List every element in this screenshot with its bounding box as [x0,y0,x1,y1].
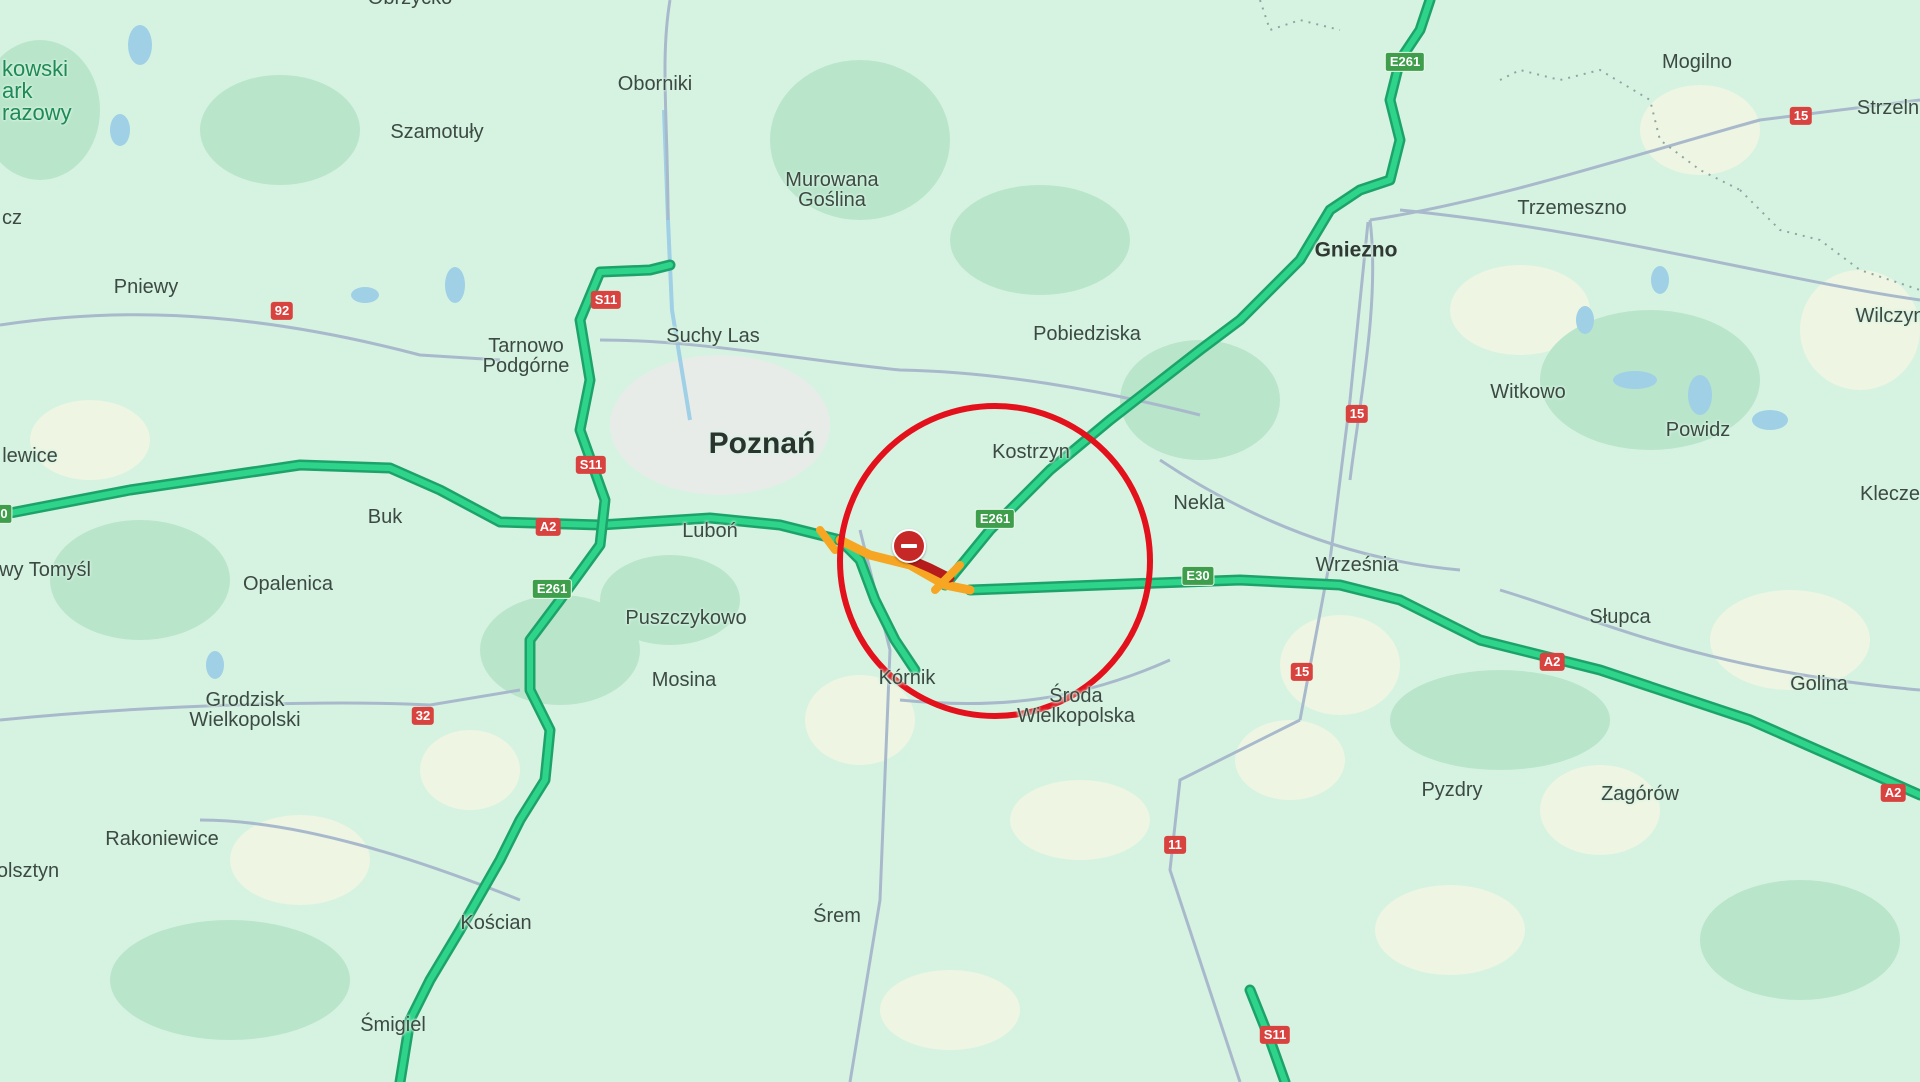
place-label-koscian[interactable]: Kościan [460,913,531,933]
forest-area [110,920,350,1040]
place-label-kornik[interactable]: Kórnik [879,668,936,688]
place-label-witkowo[interactable]: Witkowo [1490,382,1566,402]
urban-area-poznan [610,355,830,495]
forest-area [200,75,360,185]
place-label-wilczyn[interactable]: Wilczyn [1856,306,1920,326]
road-shield-92: 92 [270,301,294,321]
place-label-pobiedziska[interactable]: Pobiedziska [1033,324,1141,344]
road-closed-icon[interactable] [892,529,926,563]
road-shield-e261: E261 [531,578,573,600]
place-label-pyzdry[interactable]: Pyzdry [1421,780,1482,800]
field-area [30,400,150,480]
lake [128,25,152,65]
road-shield-a2: A2 [1880,783,1906,803]
place-label-smigiel[interactable]: Śmigiel [360,1015,426,1035]
road-shield-11: 11 [1164,835,1186,855]
road-shield-e30: E30 [1181,565,1215,587]
place-label-wrzesnia[interactable]: Września [1316,555,1399,575]
field-area [230,815,370,905]
place-label-wolsztyn[interactable]: olsztyn [0,861,59,881]
place-label-grodzisk-wielkopolski[interactable]: Grodzisk Wielkopolski [189,690,300,730]
forest-area [1700,880,1900,1000]
lake [1752,410,1788,430]
road-shield-32: 32 [411,706,435,726]
lake [110,114,130,146]
road-shield-e261: E261 [974,508,1016,530]
road-shield-15: 15 [1345,404,1369,424]
place-label-nekla[interactable]: Nekla [1173,493,1224,513]
place-label-mosina[interactable]: Mosina [652,670,716,690]
road-shield-s11: S11 [1259,1025,1291,1045]
lake [1576,306,1594,334]
field-area [1540,765,1660,855]
place-label-tarnowo-podgorne[interactable]: Tarnowo Podgórne [483,336,570,376]
place-label-rakoniewice[interactable]: Rakoniewice [105,829,218,849]
lake [445,267,465,303]
field-area [1640,85,1760,175]
field-area [1235,720,1345,800]
field-area [880,970,1020,1050]
city-label-poznan[interactable]: Poznań [709,429,816,459]
place-label-trzemeszno[interactable]: Trzemeszno [1517,198,1626,218]
place-label-slupca[interactable]: Słupca [1589,607,1650,627]
forest-area [950,185,1130,295]
road-shield-a2: A2 [1539,652,1565,672]
place-label-srem[interactable]: Śrem [813,906,861,926]
road-shield-15: 15 [1290,662,1314,682]
place-label-szamotuly[interactable]: Szamotuły [390,122,483,142]
road-shield-e261: E261 [1384,51,1426,73]
lake [1613,371,1657,389]
lake [1651,266,1669,294]
field-area [1010,780,1150,860]
place-label-zagorow[interactable]: Zagórów [1601,784,1679,804]
place-label-suchy-las[interactable]: Suchy Las [666,326,759,346]
place-label-golina[interactable]: Golina [1790,674,1848,694]
place-label-mogilno[interactable]: Mogilno [1662,52,1732,72]
place-label-pniewy[interactable]: Pniewy [114,277,178,297]
place-label-edge[interactable]: cz [2,208,22,228]
lake [351,287,379,303]
place-label-powidz[interactable]: Powidz [1666,420,1730,440]
field-area [420,730,520,810]
road-shield-a2-edge: 0 [0,503,13,525]
field-area [1800,270,1920,390]
lake [1688,375,1712,415]
place-label-obrzycko[interactable]: Obrzycko [368,0,452,8]
lake [206,651,224,679]
field-area [1375,885,1525,975]
place-label-lwowek[interactable]: lewice [2,446,58,466]
park-label: kowski ark razowy [2,56,72,125]
place-label-kostrzyn[interactable]: Kostrzyn [992,442,1070,462]
road-shield-s11: S11 [575,455,607,475]
place-label-buk[interactable]: Buk [368,507,402,527]
place-label-oborniki[interactable]: Oborniki [618,74,692,94]
place-label-puszczykowo[interactable]: Puszczykowo [625,608,746,628]
road-shield-s11: S11 [590,290,622,310]
place-label-nowy-tomysl[interactable]: wy Tomyśl [0,560,91,580]
place-label-strzelno[interactable]: Strzeln [1857,98,1919,118]
place-label-murowana-goslina[interactable]: Murowana Goślina [785,170,878,210]
place-label-lubon[interactable]: Luboń [682,521,738,541]
forest-area [600,555,740,645]
place-label-sroda-wielkopolska[interactable]: Środa Wielkopolska [1017,686,1135,726]
road-shield-15: 15 [1789,106,1813,126]
map-view[interactable]: kowski ark razowy Poznań Gniezno Obrzyck… [0,0,1920,1082]
place-label-kleczew[interactable]: Klecze [1860,484,1920,504]
forest-area [1390,670,1610,770]
place-label-opalenica[interactable]: Opalenica [243,574,333,594]
city-label-gniezno[interactable]: Gniezno [1315,240,1398,261]
road-shield-a2: A2 [535,517,561,537]
